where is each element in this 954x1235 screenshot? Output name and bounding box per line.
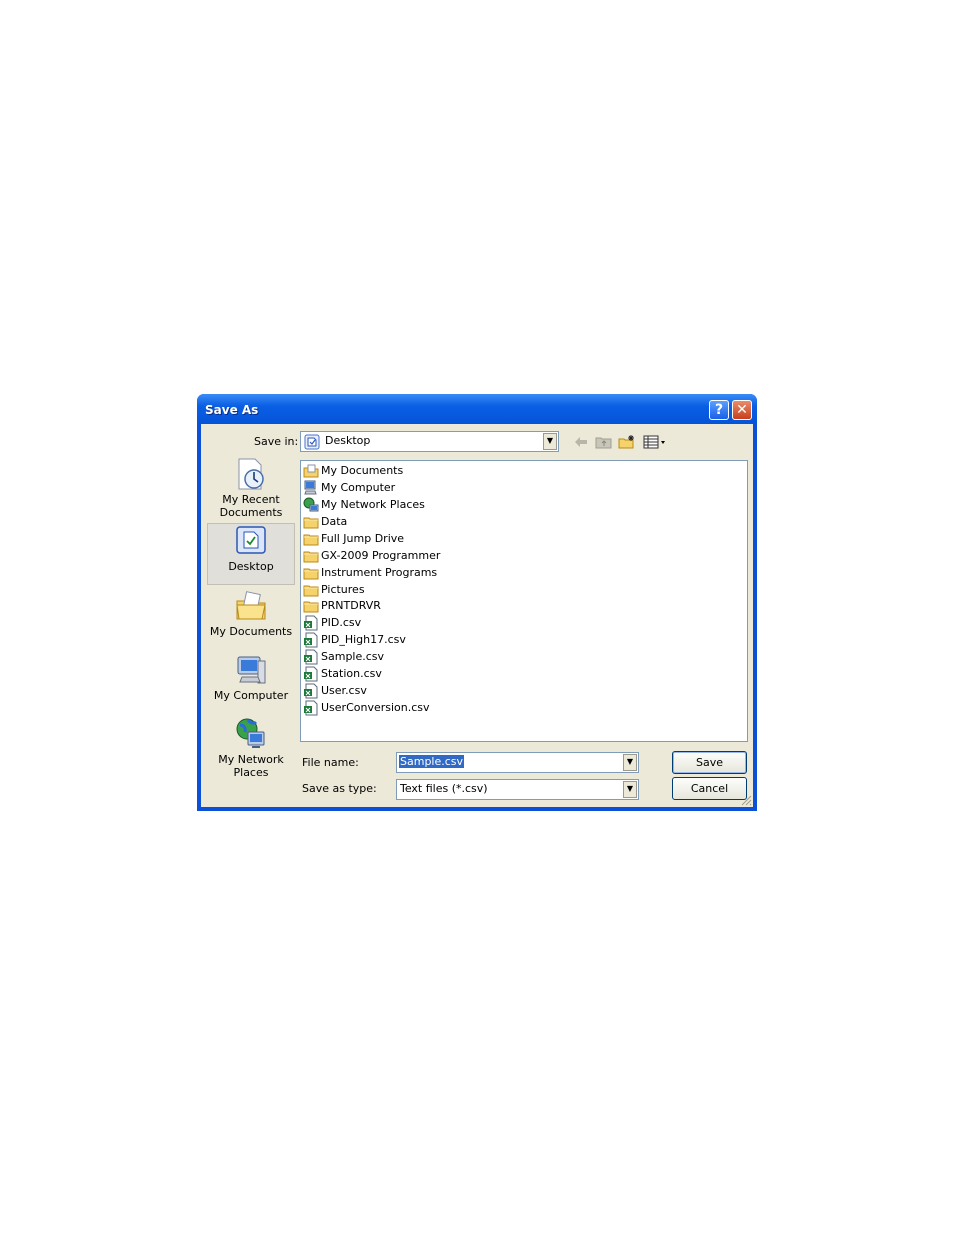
place-label: My Documents xyxy=(209,625,293,638)
list-item-folder[interactable]: Data xyxy=(303,513,347,530)
csv-file-icon xyxy=(304,615,318,630)
file-list[interactable]: My Documents My Computer My Network Plac… xyxy=(300,460,748,742)
file-name: PID_High17.csv xyxy=(321,633,406,646)
cancel-button[interactable]: Cancel xyxy=(672,777,747,800)
list-item-csv[interactable]: User.csv xyxy=(303,682,367,699)
folder-icon xyxy=(303,601,319,612)
resize-grip-icon[interactable] xyxy=(740,794,752,806)
file-name: GX-2009 Programmer xyxy=(321,549,441,562)
save-in-label: Save in: xyxy=(254,435,299,448)
chevron-down-icon[interactable]: ▼ xyxy=(543,433,557,450)
csv-file-icon xyxy=(304,683,318,698)
list-item-my-computer[interactable]: My Computer xyxy=(303,479,395,496)
place-my-documents[interactable]: My Documents xyxy=(207,589,295,651)
list-item-folder[interactable]: GX-2009 Programmer xyxy=(303,547,440,564)
place-my-computer[interactable]: My Computer xyxy=(207,653,295,715)
place-my-network-places[interactable]: My Network Places xyxy=(207,717,295,779)
places-bar: My Recent Documents Desktop My Documents xyxy=(207,457,295,804)
place-label: My Network Places xyxy=(218,753,284,779)
list-item-csv[interactable]: PID.csv xyxy=(303,614,361,631)
file-name: User.csv xyxy=(321,684,367,697)
network-places-icon xyxy=(303,497,319,511)
place-label: My Computer xyxy=(213,689,289,702)
file-name: My Computer xyxy=(321,481,396,494)
file-name: UserConversion.csv xyxy=(321,701,430,714)
file-name: Data xyxy=(321,515,348,528)
save-in-dropdown[interactable]: Desktop ▼ xyxy=(300,431,559,452)
place-label: My Recent Documents xyxy=(219,493,283,519)
file-name: Pictures xyxy=(321,583,365,596)
up-folder-icon[interactable] xyxy=(595,434,613,450)
folder-icon xyxy=(303,568,319,579)
csv-file-icon xyxy=(304,632,318,647)
save-as-type-label: Save as type: xyxy=(302,782,377,795)
dialog-title: Save As xyxy=(205,403,259,417)
my-documents-icon xyxy=(236,591,266,620)
file-name: PID.csv xyxy=(321,616,362,629)
recent-documents-icon xyxy=(238,458,264,490)
new-folder-icon[interactable] xyxy=(618,434,636,450)
file-name: My Network Places xyxy=(321,498,425,511)
list-item-csv[interactable]: Sample.csv xyxy=(303,648,384,665)
view-menu-icon[interactable] xyxy=(643,434,667,450)
my-computer-icon xyxy=(237,656,266,684)
close-button[interactable]: ✕ xyxy=(732,400,752,420)
desktop-small-icon xyxy=(304,434,320,450)
file-name: Station.csv xyxy=(321,667,382,680)
csv-file-icon xyxy=(304,700,318,715)
folder-icon xyxy=(303,517,319,528)
save-as-dialog: Save As ? ✕ Save in: Desktop ▼ My Recent… xyxy=(197,394,757,811)
desktop-icon xyxy=(236,526,266,554)
place-my-recent-documents[interactable]: My Recent Documents xyxy=(207,457,295,519)
list-item-csv[interactable]: Station.csv xyxy=(303,665,382,682)
save-as-type-dropdown[interactable]: Text files (*.csv) ▼ xyxy=(396,779,639,800)
save-button[interactable]: Save xyxy=(672,751,747,774)
csv-file-icon xyxy=(304,666,318,681)
file-name-value: Sample.csv xyxy=(399,755,465,768)
file-name-input[interactable]: Sample.csv ▼ xyxy=(396,752,639,773)
file-name: Instrument Programs xyxy=(321,566,438,579)
folder-icon xyxy=(303,551,319,562)
my-documents-icon xyxy=(303,464,319,477)
place-label: Desktop xyxy=(228,560,274,573)
save-in-value: Desktop xyxy=(325,434,371,447)
list-item-csv[interactable]: PID_High17.csv xyxy=(303,631,406,648)
list-item-folder[interactable]: Pictures xyxy=(303,581,365,598)
chevron-down-icon[interactable]: ▼ xyxy=(623,754,637,771)
list-item-my-network-places[interactable]: My Network Places xyxy=(303,496,425,513)
file-name: PRNTDRVR xyxy=(321,599,381,612)
list-item-folder[interactable]: Instrument Programs xyxy=(303,564,437,581)
file-name: Full Jump Drive xyxy=(321,532,405,545)
list-item-folder[interactable]: PRNTDRVR xyxy=(303,597,381,614)
folder-icon xyxy=(303,534,319,545)
file-name: Sample.csv xyxy=(321,650,385,663)
csv-file-icon xyxy=(304,649,318,664)
list-item-folder[interactable]: Full Jump Drive xyxy=(303,530,404,547)
file-name-label: File name: xyxy=(302,756,359,769)
folder-icon xyxy=(303,585,319,596)
back-icon[interactable] xyxy=(572,434,590,450)
chevron-down-icon[interactable]: ▼ xyxy=(623,781,637,798)
file-name: My Documents xyxy=(321,464,404,477)
place-desktop[interactable]: Desktop xyxy=(207,523,295,585)
dialog-body: Save in: Desktop ▼ My Recent Documents D… xyxy=(201,424,753,807)
help-button[interactable]: ? xyxy=(709,400,729,420)
list-item-my-documents[interactable]: My Documents xyxy=(303,462,403,479)
title-bar[interactable]: Save As ? ✕ xyxy=(197,394,757,424)
network-places-icon xyxy=(236,718,265,748)
save-as-type-value: Text files (*.csv) xyxy=(400,782,488,795)
list-item-csv[interactable]: UserConversion.csv xyxy=(303,699,430,716)
my-computer-icon xyxy=(304,480,317,494)
